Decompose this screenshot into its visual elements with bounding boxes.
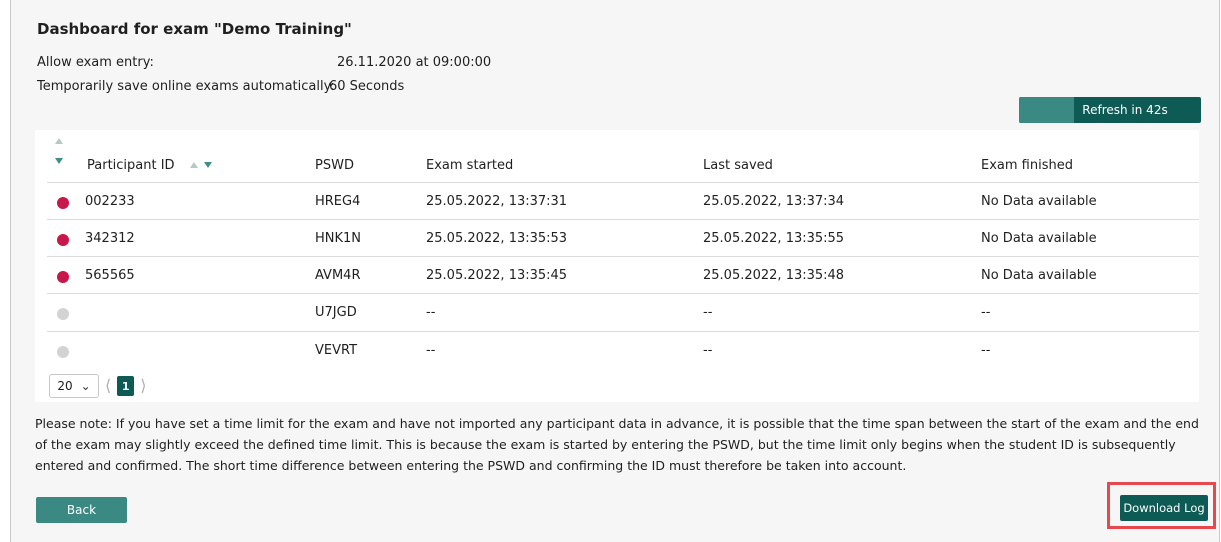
page-button-current[interactable]: 1 <box>117 376 135 396</box>
col-pswd: PSWD <box>315 158 354 173</box>
dashboard-frame: Dashboard for exam "Demo Training" Allow… <box>10 0 1220 542</box>
sort-up-icon[interactable] <box>55 138 63 144</box>
participant-id: 342312 <box>85 231 135 246</box>
col-participant-id[interactable]: Participant ID <box>87 158 175 173</box>
pswd: AVM4R <box>315 268 361 283</box>
col-exam-finished: Exam finished <box>981 158 1073 173</box>
pswd: HREG4 <box>315 194 361 209</box>
last-saved: 25.05.2022, 13:37:34 <box>703 194 845 209</box>
prev-page-icon[interactable]: ⟨ <box>105 378 111 394</box>
col-exam-started: Exam started <box>426 158 514 173</box>
status-dot <box>57 197 69 209</box>
status-dot <box>57 308 69 320</box>
entry-value: 26.11.2020 at 09:00:00 <box>337 55 492 70</box>
col-last-saved: Last saved <box>703 158 773 173</box>
divider <box>47 331 1199 332</box>
last-saved: 25.05.2022, 13:35:48 <box>703 268 845 283</box>
page-size-value: 20 <box>57 379 73 393</box>
last-saved: -- <box>703 343 713 358</box>
exam-started: 25.05.2022, 13:35:53 <box>426 231 568 246</box>
sort-down-icon[interactable] <box>55 158 63 164</box>
page-title: Dashboard for exam "Demo Training" <box>37 20 352 38</box>
status-dot <box>57 346 69 358</box>
download-log-button[interactable]: Download Log <box>1120 495 1208 521</box>
last-saved: 25.05.2022, 13:35:55 <box>703 231 845 246</box>
autosave-value: 60 Seconds <box>329 79 405 94</box>
page-size-select[interactable]: 20 ⌄ <box>49 374 99 398</box>
pswd: VEVRT <box>315 343 358 358</box>
autosave-label: Temporarily save online exams automatica… <box>37 79 335 94</box>
participant-id: 565565 <box>85 268 135 283</box>
exam-started: 25.05.2022, 13:37:31 <box>426 194 568 209</box>
status-sort[interactable] <box>55 138 69 164</box>
status-dot <box>57 234 69 246</box>
time-limit-note: Please note: If you have set a time limi… <box>35 416 1199 473</box>
exam-finished: -- <box>981 305 991 320</box>
exam-started: -- <box>426 305 436 320</box>
next-page-icon[interactable]: ⟩ <box>140 378 146 394</box>
refresh-label: Refresh in 42s <box>1082 103 1168 117</box>
divider <box>47 219 1199 220</box>
participants-table: Participant ID PSWD Exam started Last sa… <box>35 130 1199 402</box>
divider <box>47 293 1199 294</box>
exam-finished: -- <box>981 343 991 358</box>
pswd: HNK1N <box>315 231 362 246</box>
entry-label: Allow exam entry: <box>37 55 154 70</box>
exam-started: -- <box>426 343 436 358</box>
last-saved: -- <box>703 305 713 320</box>
participant-id: 002233 <box>85 194 135 209</box>
chevron-down-icon: ⌄ <box>80 379 91 393</box>
exam-finished: No Data available <box>981 231 1097 246</box>
divider <box>47 182 1199 183</box>
exam-started: 25.05.2022, 13:35:45 <box>426 268 568 283</box>
refresh-button[interactable]: Refresh in 42s <box>1019 97 1201 123</box>
sort-up-icon[interactable] <box>190 162 198 168</box>
status-dot <box>57 271 69 283</box>
pagination: 20 ⌄ ⟨ 1 ⟩ <box>49 374 147 398</box>
exam-finished: No Data available <box>981 268 1097 283</box>
back-button[interactable]: Back <box>36 497 127 523</box>
exam-finished: No Data available <box>981 194 1097 209</box>
sort-down-icon[interactable] <box>204 162 212 168</box>
pswd: U7JGD <box>315 305 357 320</box>
participant-id-sort[interactable] <box>190 161 212 168</box>
divider <box>47 256 1199 257</box>
